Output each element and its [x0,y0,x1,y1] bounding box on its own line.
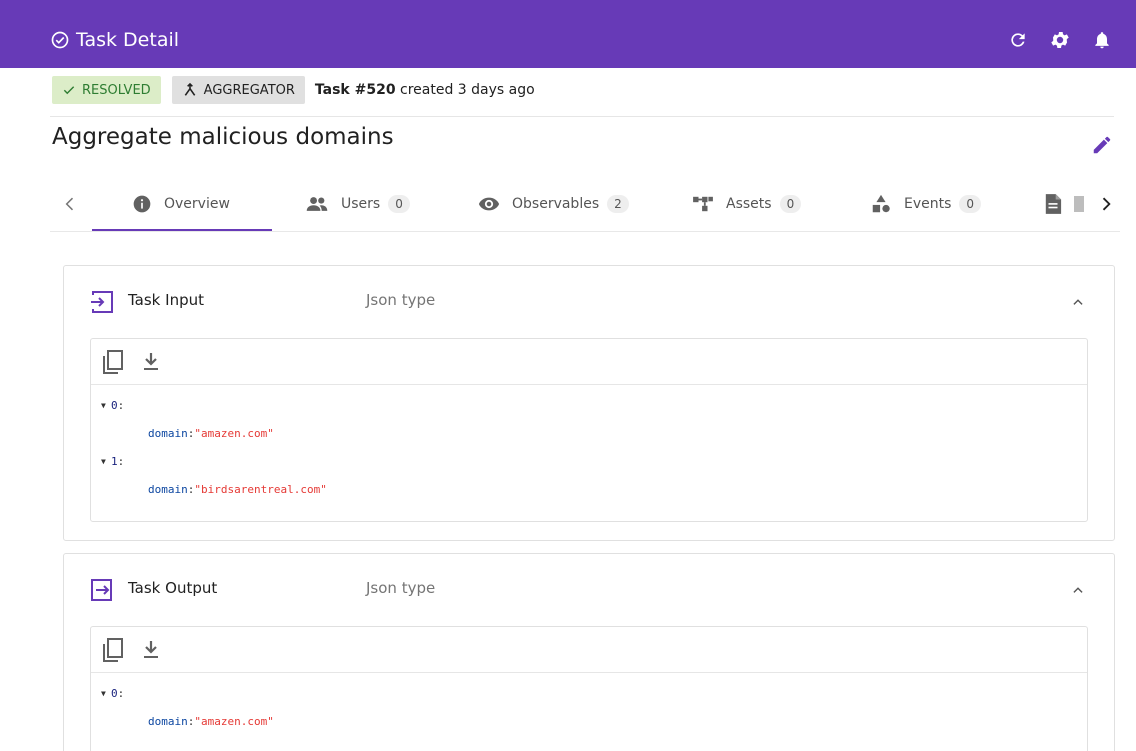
json-index: 0 [111,399,118,412]
tab-count-badge: 2 [607,195,629,213]
task-tabs: Overview Users 0 Observables 2 Assets 0 [50,178,1120,232]
chevron-up-icon[interactable] [1066,578,1090,602]
panel-title: Task Input [128,291,204,309]
shapes-icon [870,193,892,215]
chevron-up-icon[interactable] [1066,290,1090,314]
edit-icon[interactable] [1090,133,1114,157]
tabs-scroll-right-button[interactable] [1086,178,1126,230]
app-bar-actions [1006,26,1114,54]
status-badge-label: RESOLVED [82,82,151,98]
json-property: domain: "amazen.com" [148,427,274,440]
tab-label-clipped [1074,196,1084,212]
info-icon [132,194,152,214]
chevron-left-icon [65,197,74,211]
page-header-title: Task Detail [76,29,180,51]
app-bar-title-group: Task Detail [50,26,179,54]
tab-strip: Overview Users 0 Observables 2 Assets 0 [92,178,1084,232]
tab-count-badge: 0 [388,195,410,213]
tab-overview[interactable]: Overview [132,178,230,230]
refresh-icon[interactable] [1006,28,1030,52]
merge-icon [184,82,195,96]
json-tree: ▼ 0: domain: "amazen.com" [91,673,1087,743]
tab-label: Users [341,196,381,212]
bell-icon[interactable] [1090,28,1114,52]
json-property: domain: "birdsarentreal.com" [148,483,327,496]
tab-label: Observables [512,196,600,212]
json-key: domain [148,427,188,440]
download-icon[interactable] [139,638,163,662]
panel-title: Task Output [128,579,218,597]
json-toolbar [91,627,1087,673]
task-input-panel: Task Input Json type ▼ 0: domain: "amaze… [63,265,1115,541]
tab-count-badge: 0 [959,195,982,213]
tab-label: Overview [164,196,230,212]
json-value: "amazen.com" [194,427,274,440]
gear-icon[interactable] [1048,28,1072,52]
json-array-item: ▼ 0: [101,399,125,412]
copy-icon[interactable] [101,349,125,374]
json-key: domain [148,715,188,728]
json-viewer: ▼ 0: domain: "amazen.com" ▼ 1: domain: "… [90,338,1088,522]
task-created-info: Task #520 created 3 days ago [315,82,535,98]
app-bar: Task Detail [0,0,1136,68]
tabs-scroll-left-button[interactable] [50,178,90,230]
tab-count-badge: 0 [779,195,802,213]
task-output-header[interactable]: Task Output Json type [64,554,1114,624]
tab-label: Events [904,196,952,212]
divider [50,116,1114,117]
status-badge: RESOLVED [52,76,161,104]
json-toolbar [91,339,1087,385]
tab-events[interactable]: Events 0 [870,178,982,230]
collapse-triangle-icon[interactable]: ▼ [101,457,111,466]
tab-users[interactable]: Users 0 [305,178,410,230]
json-tree: ▼ 0: domain: "amazen.com" ▼ 1: domain: "… [91,385,1087,511]
collapse-triangle-icon[interactable]: ▼ [101,401,111,410]
json-property: domain: "amazen.com" [148,715,274,728]
json-viewer: ▼ 0: domain: "amazen.com" [90,626,1088,751]
tab-assets[interactable]: Assets 0 [692,178,802,230]
chevron-right-icon [1102,197,1111,211]
copy-icon[interactable] [101,637,125,662]
task-type-label: AGGREGATOR [203,82,295,98]
task-input-header[interactable]: Task Input Json type [64,266,1114,336]
output-icon [90,578,114,602]
assets-icon [692,195,714,213]
task-type-badge: AGGREGATOR [171,76,305,104]
json-value: "birdsarentreal.com" [194,483,327,496]
users-icon [305,195,329,213]
check-icon [63,86,75,95]
eye-icon [478,195,500,213]
tabs-divider [50,231,1120,232]
json-array-item: ▼ 1: [101,455,125,468]
input-icon [90,290,114,314]
tab-label: Assets [726,196,772,212]
panel-type-label: Json type [366,291,436,309]
panel-type-label: Json type [366,579,436,597]
json-value: "amazen.com" [194,715,274,728]
document-icon [1044,193,1062,215]
download-icon[interactable] [139,350,163,374]
json-key: domain [148,483,188,496]
json-index: 1 [111,455,118,468]
check-circle-icon [50,30,70,50]
json-index: 0 [111,687,118,700]
task-title: Aggregate malicious domains [52,124,394,150]
task-output-panel: Task Output Json type ▼ 0: domain: "amaz… [63,553,1115,751]
tab-documents[interactable] [1044,178,1084,230]
task-meta-row: RESOLVED AGGREGATOR Task #520 created 3 … [52,76,535,104]
json-array-item: ▼ 0: [101,687,125,700]
task-number: Task #520 [314,82,396,98]
collapse-triangle-icon[interactable]: ▼ [101,689,111,698]
task-created-time: created 3 days ago [400,82,535,98]
tab-observables[interactable]: Observables 2 [478,178,629,230]
